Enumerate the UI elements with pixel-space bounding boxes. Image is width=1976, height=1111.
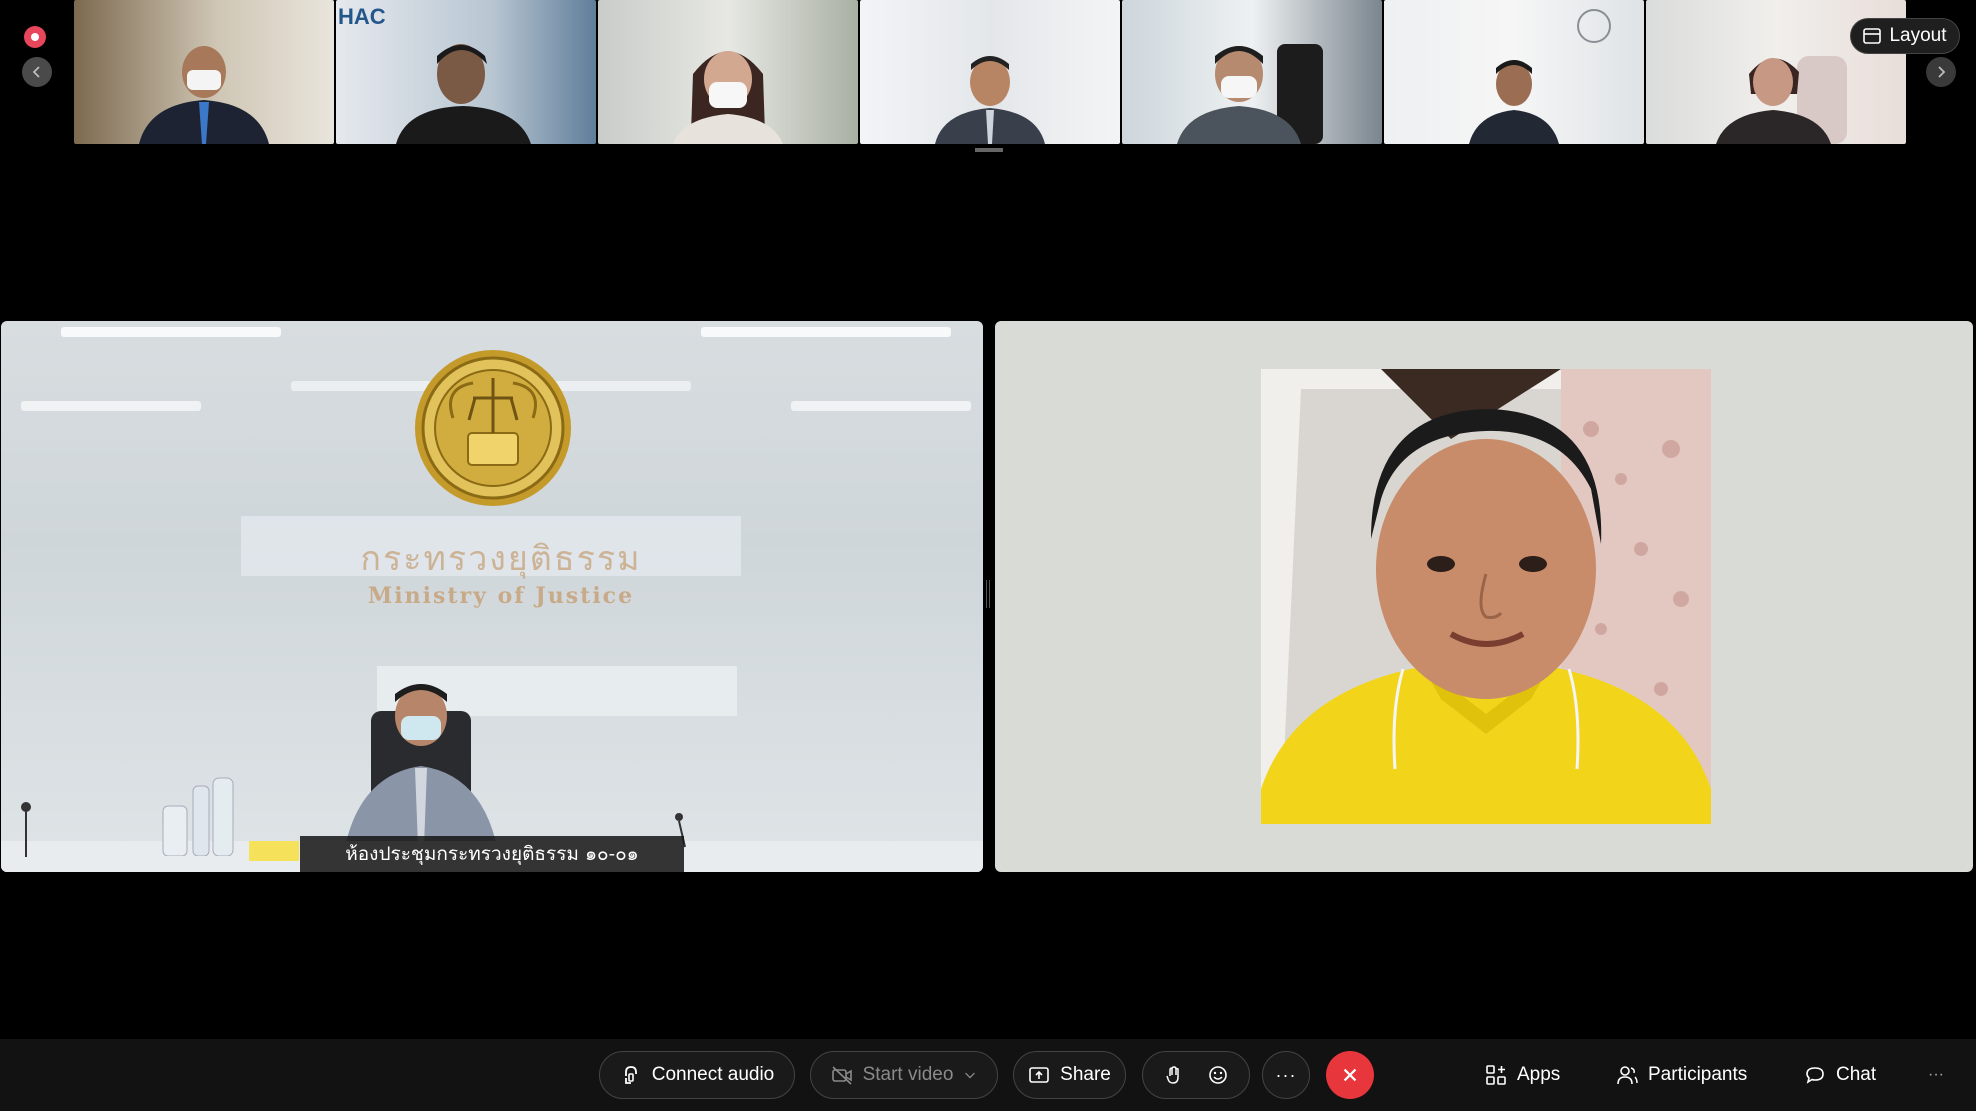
participant-thumbnail[interactable]: HAC bbox=[336, 0, 596, 144]
strip-resize-handle[interactable] bbox=[975, 148, 1003, 152]
microphone-icon bbox=[21, 802, 31, 857]
recording-indicator-icon bbox=[24, 26, 46, 48]
participants-button[interactable]: Participants bbox=[1616, 1051, 1747, 1099]
ceiling-light bbox=[701, 327, 951, 337]
participants-label: Participants bbox=[1648, 1064, 1748, 1085]
headset-icon bbox=[624, 1066, 637, 1084]
connect-audio-label: Connect audio bbox=[651, 1064, 775, 1085]
apps-label: Apps bbox=[1517, 1064, 1561, 1085]
participant-video bbox=[1469, 60, 1559, 144]
overflow-menu-label: ··· bbox=[1928, 1066, 1944, 1083]
participant-video bbox=[935, 56, 1045, 144]
speaker-image bbox=[1261, 369, 1711, 824]
leave-meeting-button[interactable] bbox=[1326, 1051, 1374, 1099]
ministry-sign-thai: กระทรวงยุติธรรม bbox=[360, 539, 642, 579]
video-off-icon bbox=[831, 1066, 852, 1085]
ministry-sign-english: Ministry of Justice bbox=[367, 583, 635, 609]
layout-icon bbox=[1863, 28, 1882, 44]
apps-button[interactable]: Apps bbox=[1485, 1051, 1560, 1099]
chevron-right-icon bbox=[1938, 66, 1946, 78]
raise-hand-icon[interactable] bbox=[1163, 1064, 1185, 1086]
layout-label: Layout bbox=[1889, 25, 1947, 46]
chevron-left-icon bbox=[32, 66, 40, 78]
tile-resize-handle[interactable] bbox=[986, 580, 990, 608]
start-video-button[interactable]: Start video bbox=[810, 1051, 998, 1099]
participant-thumbnail[interactable] bbox=[1122, 0, 1382, 144]
share-button[interactable]: Share bbox=[1013, 1051, 1126, 1099]
apps-icon bbox=[1486, 1065, 1506, 1085]
participant-thumbnail[interactable] bbox=[1384, 0, 1644, 144]
participant-thumbnail[interactable] bbox=[860, 0, 1120, 144]
chat-bubble-icon bbox=[1806, 1067, 1824, 1084]
chat-label: Chat bbox=[1836, 1064, 1877, 1085]
hac-logo: HAC bbox=[338, 4, 386, 29]
ministry-emblem-icon bbox=[415, 350, 571, 506]
start-video-label: Start video bbox=[862, 1064, 954, 1085]
chevron-down-icon bbox=[965, 1072, 976, 1079]
participant-video bbox=[139, 46, 269, 144]
video-tile-ministry-room[interactable]: กระทรวงยุติธรรม Ministry of Justice bbox=[1, 321, 983, 872]
reactions-group bbox=[1142, 1051, 1250, 1099]
participant-video bbox=[1716, 56, 1847, 144]
participant-name-label: ห้องประชุมกระทรวงยุติธรรม ๑๐-๐๑ bbox=[300, 836, 684, 872]
connect-audio-button[interactable]: Connect audio bbox=[599, 1051, 795, 1099]
name-plate bbox=[249, 841, 299, 861]
participant-thumbnail[interactable] bbox=[74, 0, 334, 144]
next-participants-button[interactable] bbox=[1926, 57, 1956, 87]
ceiling-light bbox=[791, 401, 971, 411]
reaction-emoji-icon[interactable] bbox=[1207, 1064, 1229, 1086]
more-options-button[interactable]: ··· bbox=[1262, 1051, 1310, 1099]
chat-button[interactable]: Chat bbox=[1804, 1051, 1876, 1099]
participants-icon bbox=[1617, 1066, 1638, 1085]
layout-button[interactable]: Layout bbox=[1850, 18, 1960, 54]
share-screen-icon bbox=[1029, 1067, 1049, 1083]
ceiling-light bbox=[61, 327, 281, 337]
meeting-window: HAC Layout กระทรวงยุติธรรม Ministry of J… bbox=[0, 0, 1976, 1111]
active-speaker-video bbox=[1261, 369, 1711, 824]
participant-video bbox=[1177, 44, 1323, 144]
more-options-label: ··· bbox=[1275, 1064, 1297, 1085]
ceiling-light bbox=[21, 401, 201, 411]
overflow-menu-button[interactable]: ··· bbox=[1928, 1051, 1944, 1099]
close-icon bbox=[1343, 1068, 1357, 1082]
participant-thumbnail-strip: HAC bbox=[74, 0, 1906, 144]
prev-participants-button[interactable] bbox=[22, 57, 52, 87]
participant-video bbox=[673, 51, 783, 144]
participant-video bbox=[396, 44, 531, 144]
participant-thumbnail[interactable] bbox=[598, 0, 858, 144]
share-label: Share bbox=[1060, 1064, 1111, 1085]
